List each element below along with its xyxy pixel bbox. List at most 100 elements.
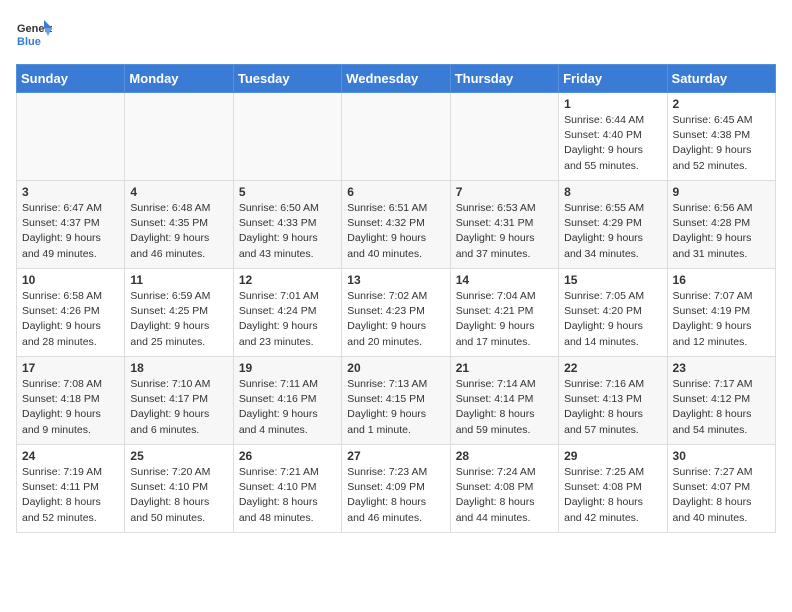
day-number: 19 [239, 361, 336, 375]
day-number: 29 [564, 449, 661, 463]
day-cell: 24 Sunrise: 7:19 AM Sunset: 4:11 PM Dayli… [17, 445, 125, 533]
day-cell: 20 Sunrise: 7:13 AM Sunset: 4:15 PM Dayli… [342, 357, 450, 445]
day-cell: 10 Sunrise: 6:58 AM Sunset: 4:26 PM Dayli… [17, 269, 125, 357]
day-number: 14 [456, 273, 553, 287]
day-cell: 15 Sunrise: 7:05 AM Sunset: 4:20 PM Dayli… [559, 269, 667, 357]
day-number: 15 [564, 273, 661, 287]
day-number: 7 [456, 185, 553, 199]
day-cell: 17 Sunrise: 7:08 AM Sunset: 4:18 PM Dayli… [17, 357, 125, 445]
week-row-5: 24 Sunrise: 7:19 AM Sunset: 4:11 PM Dayli… [17, 445, 776, 533]
day-info: Sunrise: 7:02 AM Sunset: 4:23 PM Dayligh… [347, 289, 444, 350]
day-info: Sunrise: 7:17 AM Sunset: 4:12 PM Dayligh… [673, 377, 770, 438]
weekday-header-friday: Friday [559, 65, 667, 93]
day-cell: 8 Sunrise: 6:55 AM Sunset: 4:29 PM Daylig… [559, 181, 667, 269]
day-info: Sunrise: 6:47 AM Sunset: 4:37 PM Dayligh… [22, 201, 119, 262]
day-cell: 27 Sunrise: 7:23 AM Sunset: 4:09 PM Dayli… [342, 445, 450, 533]
day-cell [125, 93, 233, 181]
day-cell [17, 93, 125, 181]
day-info: Sunrise: 7:07 AM Sunset: 4:19 PM Dayligh… [673, 289, 770, 350]
day-info: Sunrise: 7:21 AM Sunset: 4:10 PM Dayligh… [239, 465, 336, 526]
day-cell: 3Sunrise: 6:47 AM Sunset: 4:37 PM Daylig… [17, 181, 125, 269]
day-info: Sunrise: 7:04 AM Sunset: 4:21 PM Dayligh… [456, 289, 553, 350]
day-number: 12 [239, 273, 336, 287]
day-cell: 26 Sunrise: 7:21 AM Sunset: 4:10 PM Dayli… [233, 445, 341, 533]
day-info: Sunrise: 6:48 AM Sunset: 4:35 PM Dayligh… [130, 201, 227, 262]
day-info: Sunrise: 7:27 AM Sunset: 4:07 PM Dayligh… [673, 465, 770, 526]
weekday-header-row: SundayMondayTuesdayWednesdayThursdayFrid… [17, 65, 776, 93]
day-info: Sunrise: 7:20 AM Sunset: 4:10 PM Dayligh… [130, 465, 227, 526]
day-info: Sunrise: 7:16 AM Sunset: 4:13 PM Dayligh… [564, 377, 661, 438]
logo: General Blue [16, 16, 52, 52]
day-number: 26 [239, 449, 336, 463]
day-number: 1 [564, 97, 661, 111]
day-cell: 11 Sunrise: 6:59 AM Sunset: 4:25 PM Dayli… [125, 269, 233, 357]
day-cell: 13 Sunrise: 7:02 AM Sunset: 4:23 PM Dayli… [342, 269, 450, 357]
day-cell: 22 Sunrise: 7:16 AM Sunset: 4:13 PM Dayli… [559, 357, 667, 445]
day-number: 21 [456, 361, 553, 375]
day-info: Sunrise: 6:56 AM Sunset: 4:28 PM Dayligh… [673, 201, 770, 262]
day-info: Sunrise: 6:55 AM Sunset: 4:29 PM Dayligh… [564, 201, 661, 262]
weekday-header-wednesday: Wednesday [342, 65, 450, 93]
day-number: 22 [564, 361, 661, 375]
day-number: 11 [130, 273, 227, 287]
day-cell: 29 Sunrise: 7:25 AM Sunset: 4:08 PM Dayli… [559, 445, 667, 533]
day-number: 2 [673, 97, 770, 111]
day-info: Sunrise: 6:45 AM Sunset: 4:38 PM Dayligh… [673, 113, 770, 174]
day-cell: 9 Sunrise: 6:56 AM Sunset: 4:28 PM Daylig… [667, 181, 775, 269]
day-cell: 21 Sunrise: 7:14 AM Sunset: 4:14 PM Dayli… [450, 357, 558, 445]
day-info: Sunrise: 7:01 AM Sunset: 4:24 PM Dayligh… [239, 289, 336, 350]
day-number: 8 [564, 185, 661, 199]
day-info: Sunrise: 6:59 AM Sunset: 4:25 PM Dayligh… [130, 289, 227, 350]
day-info: Sunrise: 7:11 AM Sunset: 4:16 PM Dayligh… [239, 377, 336, 438]
week-row-2: 3Sunrise: 6:47 AM Sunset: 4:37 PM Daylig… [17, 181, 776, 269]
day-cell: 14 Sunrise: 7:04 AM Sunset: 4:21 PM Dayli… [450, 269, 558, 357]
weekday-header-monday: Monday [125, 65, 233, 93]
day-cell: 30Sunrise: 7:27 AM Sunset: 4:07 PM Dayli… [667, 445, 775, 533]
weekday-header-sunday: Sunday [17, 65, 125, 93]
day-number: 9 [673, 185, 770, 199]
day-info: Sunrise: 7:05 AM Sunset: 4:20 PM Dayligh… [564, 289, 661, 350]
week-row-4: 17 Sunrise: 7:08 AM Sunset: 4:18 PM Dayli… [17, 357, 776, 445]
day-info: Sunrise: 7:10 AM Sunset: 4:17 PM Dayligh… [130, 377, 227, 438]
day-info: Sunrise: 6:50 AM Sunset: 4:33 PM Dayligh… [239, 201, 336, 262]
day-info: Sunrise: 6:44 AM Sunset: 4:40 PM Dayligh… [564, 113, 661, 174]
day-info: Sunrise: 7:14 AM Sunset: 4:14 PM Dayligh… [456, 377, 553, 438]
day-cell: 1 Sunrise: 6:44 AM Sunset: 4:40 PM Daylig… [559, 93, 667, 181]
day-number: 17 [22, 361, 119, 375]
day-cell: 6 Sunrise: 6:51 AM Sunset: 4:32 PM Daylig… [342, 181, 450, 269]
weekday-header-tuesday: Tuesday [233, 65, 341, 93]
day-cell: 28Sunrise: 7:24 AM Sunset: 4:08 PM Dayli… [450, 445, 558, 533]
day-cell: 23Sunrise: 7:17 AM Sunset: 4:12 PM Dayli… [667, 357, 775, 445]
day-cell: 16 Sunrise: 7:07 AM Sunset: 4:19 PM Dayli… [667, 269, 775, 357]
day-info: Sunrise: 7:13 AM Sunset: 4:15 PM Dayligh… [347, 377, 444, 438]
day-info: Sunrise: 7:23 AM Sunset: 4:09 PM Dayligh… [347, 465, 444, 526]
svg-text:Blue: Blue [17, 36, 41, 48]
weekday-header-saturday: Saturday [667, 65, 775, 93]
day-cell: 25Sunrise: 7:20 AM Sunset: 4:10 PM Dayli… [125, 445, 233, 533]
day-info: Sunrise: 7:08 AM Sunset: 4:18 PM Dayligh… [22, 377, 119, 438]
weekday-header-thursday: Thursday [450, 65, 558, 93]
week-row-3: 10 Sunrise: 6:58 AM Sunset: 4:26 PM Dayli… [17, 269, 776, 357]
day-number: 13 [347, 273, 444, 287]
day-number: 24 [22, 449, 119, 463]
header: General Blue [16, 16, 776, 52]
day-cell: 2 Sunrise: 6:45 AM Sunset: 4:38 PM Daylig… [667, 93, 775, 181]
day-number: 4 [130, 185, 227, 199]
day-number: 18 [130, 361, 227, 375]
day-info: Sunrise: 6:58 AM Sunset: 4:26 PM Dayligh… [22, 289, 119, 350]
day-number: 27 [347, 449, 444, 463]
day-cell: 12 Sunrise: 7:01 AM Sunset: 4:24 PM Dayli… [233, 269, 341, 357]
day-number: 6 [347, 185, 444, 199]
day-info: Sunrise: 7:19 AM Sunset: 4:11 PM Dayligh… [22, 465, 119, 526]
day-number: 10 [22, 273, 119, 287]
week-row-1: 1 Sunrise: 6:44 AM Sunset: 4:40 PM Daylig… [17, 93, 776, 181]
calendar: SundayMondayTuesdayWednesdayThursdayFrid… [16, 64, 776, 533]
day-info: Sunrise: 7:25 AM Sunset: 4:08 PM Dayligh… [564, 465, 661, 526]
day-cell: 19 Sunrise: 7:11 AM Sunset: 4:16 PM Dayli… [233, 357, 341, 445]
day-number: 16 [673, 273, 770, 287]
day-number: 20 [347, 361, 444, 375]
day-cell: 18 Sunrise: 7:10 AM Sunset: 4:17 PM Dayli… [125, 357, 233, 445]
day-info: Sunrise: 6:51 AM Sunset: 4:32 PM Dayligh… [347, 201, 444, 262]
day-number: 28 [456, 449, 553, 463]
day-cell [450, 93, 558, 181]
